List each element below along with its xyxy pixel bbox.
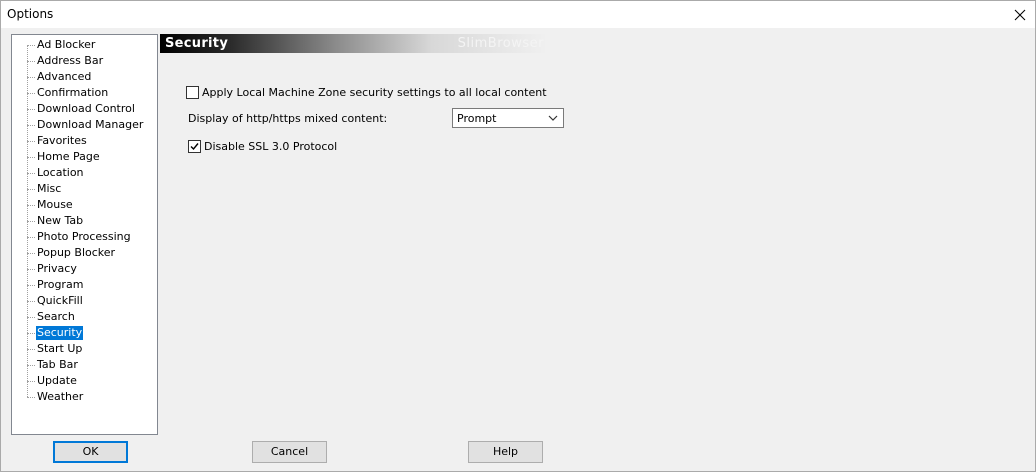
close-button[interactable] (1005, 1, 1035, 28)
tree-item-label: Start Up (37, 342, 83, 355)
tree-item-new-tab[interactable]: New Tab (12, 213, 157, 229)
tree-item-search[interactable]: Search (12, 309, 157, 325)
tree-item-label: Update (37, 374, 77, 387)
tree-item-label: Privacy (37, 262, 77, 275)
tree-item-mouse[interactable]: Mouse (12, 197, 157, 213)
tree-item-privacy[interactable]: Privacy (12, 261, 157, 277)
tree-item-favorites[interactable]: Favorites (12, 133, 157, 149)
tree-connector (27, 269, 35, 270)
tree-item-location[interactable]: Location (12, 165, 157, 181)
tree-item-start-up[interactable]: Start Up (12, 341, 157, 357)
tree-item-address-bar[interactable]: Address Bar (12, 53, 157, 69)
chevron-down-icon (548, 115, 558, 121)
tree-item-list: Ad Blocker Address Bar Advanced Confirmatio… (12, 37, 157, 405)
tree-item-weather[interactable]: Weather (12, 389, 157, 405)
tree-connector (27, 365, 35, 366)
tree-item-label: Misc (37, 182, 62, 195)
tree-item-label: Program (37, 278, 84, 291)
title-bar: Options (1, 1, 1035, 28)
tree-connector (27, 157, 35, 158)
window-title: Options (7, 7, 54, 21)
tree-connector (27, 173, 35, 174)
tree-item-label: New Tab (37, 214, 84, 227)
tree-item-label: Tab Bar (37, 358, 78, 371)
tree-item-program[interactable]: Program (12, 277, 157, 293)
tree-item-confirmation[interactable]: Confirmation (12, 85, 157, 101)
local-zone-checkbox[interactable] (186, 86, 199, 99)
tree-connector (27, 349, 35, 350)
security-settings-panel: Apply Local Machine Zone security settin… (160, 56, 1030, 426)
help-button[interactable]: Help (468, 441, 543, 463)
disable-ssl3-checkbox[interactable] (188, 140, 201, 153)
tree-item-label: Popup Blocker (37, 246, 116, 259)
tree-item-popup-blocker[interactable]: Popup Blocker (12, 245, 157, 261)
tree-item-label: Ad Blocker (37, 38, 96, 51)
tree-connector (27, 317, 35, 318)
check-icon (190, 143, 199, 151)
tree-item-label: Advanced (37, 70, 92, 83)
local-zone-option[interactable]: Apply Local Machine Zone security settin… (186, 86, 547, 99)
mixed-content-select[interactable]: Prompt (452, 108, 564, 128)
options-tree[interactable]: Ad Blocker Address Bar Advanced Confirmatio… (11, 34, 158, 435)
disable-ssl3-label: Disable SSL 3.0 Protocol (204, 140, 338, 153)
options-window: Options Ad Blocker Address Bar Advanced Con… (0, 0, 1036, 472)
brand-label: SlimBrowser (457, 36, 544, 51)
tree-item-download-control[interactable]: Download Control (12, 101, 157, 117)
tree-item-label: Location (37, 166, 84, 179)
tree-connector (27, 205, 35, 206)
tree-connector (27, 109, 35, 110)
mixed-content-label: Display of http/https mixed content: (188, 112, 388, 125)
tree-item-label: Mouse (37, 198, 73, 211)
tree-item-label: QuickFill (37, 294, 83, 307)
tree-item-label: Download Manager (37, 118, 144, 131)
tree-connector (27, 237, 35, 238)
close-icon (1014, 9, 1026, 20)
tree-item-label: Address Bar (37, 54, 104, 67)
tree-connector (27, 221, 35, 222)
mixed-content-value: Prompt (457, 112, 497, 125)
tree-connector (27, 333, 35, 334)
tree-item-label: Weather (37, 390, 84, 403)
tree-item-label: Favorites (37, 134, 87, 147)
tree-item-security[interactable]: Security (12, 325, 157, 341)
tree-item-label: Photo Processing (37, 230, 131, 243)
section-header: Security SlimBrowser (160, 34, 548, 53)
tree-connector (27, 141, 35, 142)
tree-item-photo-processing[interactable]: Photo Processing (12, 229, 157, 245)
tree-connector (27, 93, 35, 94)
tree-item-tab-bar[interactable]: Tab Bar (12, 357, 157, 373)
tree-connector (27, 381, 35, 382)
tree-item-advanced[interactable]: Advanced (12, 69, 157, 85)
tree-item-home-page[interactable]: Home Page (12, 149, 157, 165)
tree-item-label: Download Control (37, 102, 135, 115)
cancel-button[interactable]: Cancel (252, 441, 327, 463)
tree-item-label: Search (37, 310, 75, 323)
tree-item-label: Confirmation (37, 86, 109, 99)
disable-ssl3-option[interactable]: Disable SSL 3.0 Protocol (188, 140, 337, 153)
tree-connector (27, 189, 35, 190)
tree-item-ad-blocker[interactable]: Ad Blocker (12, 37, 157, 53)
tree-item-label: Home Page (37, 150, 100, 163)
tree-item-download-manager[interactable]: Download Manager (12, 117, 157, 133)
local-zone-label: Apply Local Machine Zone security settin… (202, 86, 547, 99)
tree-connector (27, 61, 35, 62)
tree-connector (27, 125, 35, 126)
tree-item-misc[interactable]: Misc (12, 181, 157, 197)
tree-connector (27, 253, 35, 254)
tree-connector (27, 397, 35, 398)
tree-connector (27, 301, 35, 302)
tree-item-label: Security (36, 326, 84, 340)
section-title: Security (165, 36, 229, 51)
tree-connector (27, 77, 35, 78)
tree-item-quickfill[interactable]: QuickFill (12, 293, 157, 309)
ok-button[interactable]: OK (53, 441, 128, 463)
tree-connector (27, 45, 35, 46)
tree-connector (27, 285, 35, 286)
tree-item-update[interactable]: Update (12, 373, 157, 389)
